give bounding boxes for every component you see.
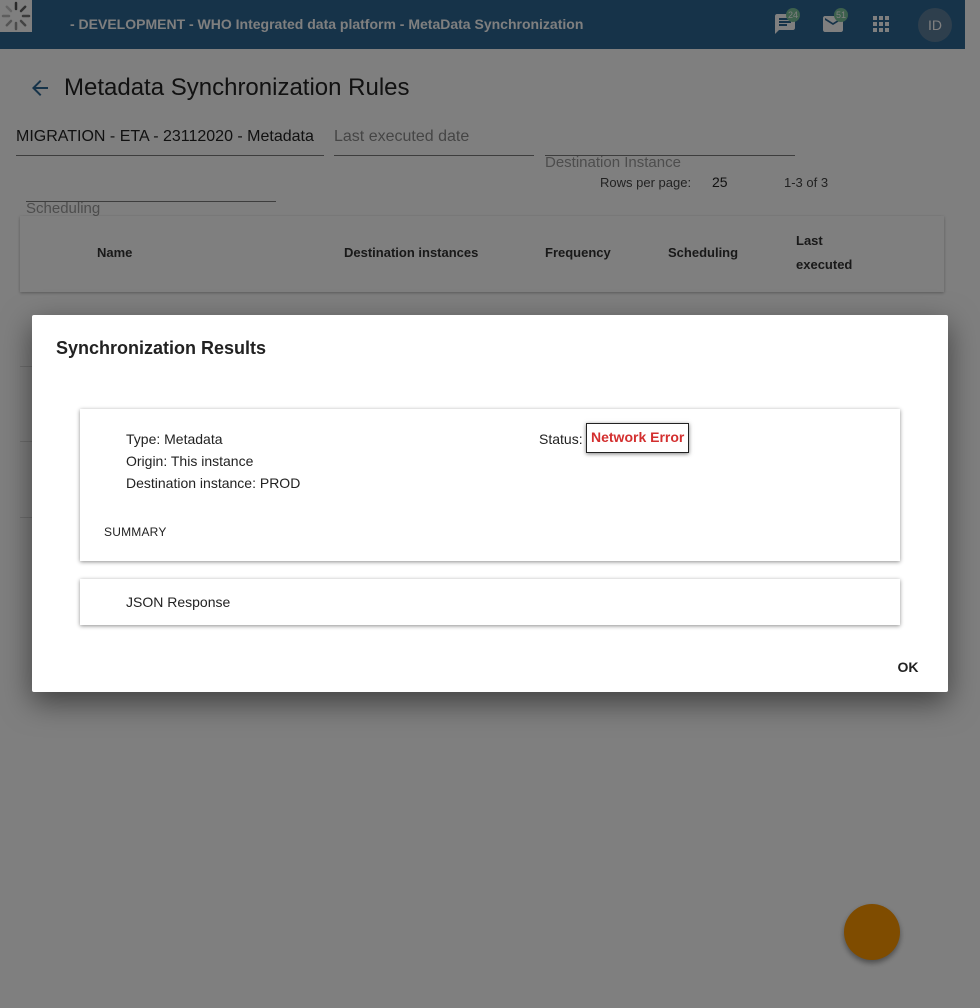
status-label: Status: <box>539 431 583 447</box>
synchronization-results-dialog: Synchronization Results Type: Metadata O… <box>32 315 948 692</box>
result-type: Type: Metadata <box>126 431 223 447</box>
result-destination: Destination instance: PROD <box>126 475 301 491</box>
result-origin: Origin: This instance <box>126 453 254 469</box>
status-badge: Network Error <box>586 423 690 453</box>
result-panel[interactable]: Type: Metadata Origin: This instance Des… <box>80 409 900 561</box>
json-response-panel[interactable]: JSON Response <box>80 579 900 625</box>
json-response-label: JSON Response <box>126 594 231 610</box>
dialog-title: Synchronization Results <box>56 338 267 358</box>
ok-button[interactable]: OK <box>888 653 928 681</box>
summary-toggle[interactable]: SUMMARY <box>104 525 167 539</box>
